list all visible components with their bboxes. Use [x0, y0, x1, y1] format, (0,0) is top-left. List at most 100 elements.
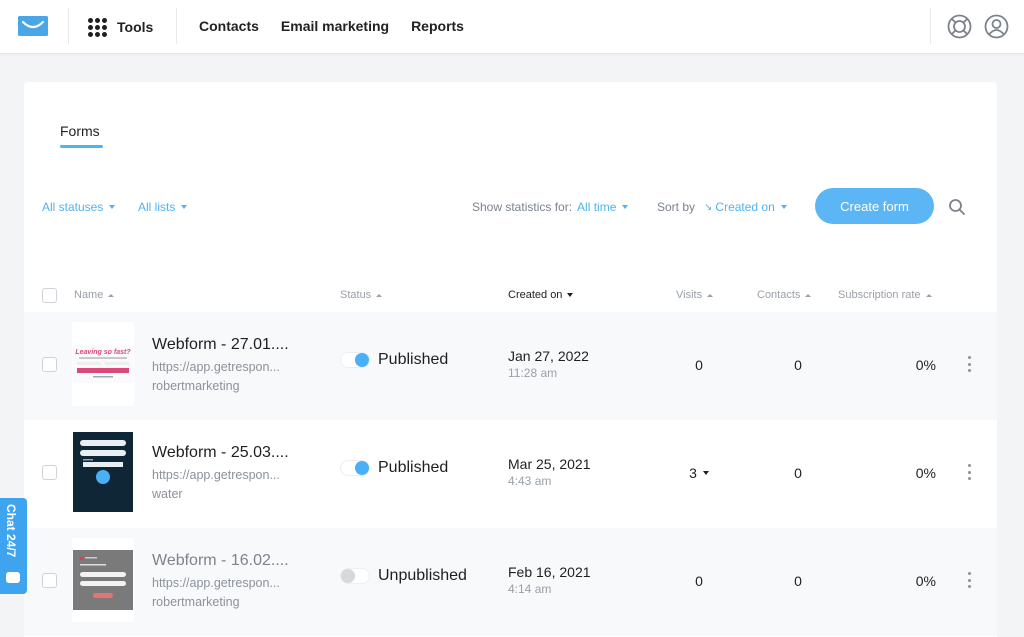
- status-label: Published: [378, 459, 449, 476]
- table-row[interactable]: Webform - 16.02.... https://app.getrespo…: [24, 528, 997, 636]
- contacts-value: 0: [794, 357, 802, 373]
- chevron-down-icon: [181, 205, 188, 209]
- chat-label: Chat 24/7: [4, 504, 18, 558]
- toggle-knob: [355, 461, 369, 475]
- apps-grid-icon: [88, 17, 107, 37]
- table-row[interactable]: Webform - 25.03.... https://app.getrespo…: [24, 420, 997, 528]
- active-tab-indicator: [60, 145, 103, 148]
- form-thumbnail[interactable]: [72, 430, 134, 514]
- svg-text:Leaving so fast?: Leaving so fast?: [75, 349, 131, 356]
- row-checkbox[interactable]: [42, 357, 57, 372]
- nav-contacts[interactable]: Contacts: [199, 18, 259, 34]
- lists-filter-label: All lists: [138, 200, 176, 214]
- sort-by-label: Sort by: [657, 200, 696, 214]
- divider: [176, 8, 177, 44]
- form-url[interactable]: https://app.getrespon...: [152, 576, 280, 590]
- subscription-rate-value: 0%: [915, 573, 936, 589]
- table-row[interactable]: Leaving so fast? Webform - 27.01.... htt…: [24, 312, 997, 420]
- status-label: Unpublished: [378, 567, 467, 584]
- user-account-icon[interactable]: [984, 14, 1009, 39]
- tools-label: Tools: [117, 19, 154, 35]
- visits-dropdown[interactable]: 3: [684, 465, 714, 481]
- create-form-button[interactable]: Create form: [815, 188, 934, 224]
- visits-value: 0: [695, 357, 703, 373]
- visits-value: 0: [695, 573, 703, 589]
- status-filter-dropdown[interactable]: All statuses: [42, 200, 116, 214]
- form-name[interactable]: Webform - 27.01....: [152, 336, 289, 354]
- column-created-on-label: Created on: [508, 289, 563, 301]
- contacts-value: 0: [794, 573, 802, 589]
- column-name[interactable]: Name: [74, 289, 115, 301]
- search-icon[interactable]: [948, 198, 966, 216]
- statistics-label: Show statistics for:: [472, 200, 573, 214]
- form-list: robertmarketing: [152, 379, 240, 393]
- nav-reports[interactable]: Reports: [411, 18, 464, 34]
- chevron-down-icon: [702, 471, 709, 475]
- sort-down-icon: [567, 293, 574, 297]
- form-name[interactable]: Webform - 25.03....: [152, 444, 289, 462]
- tools-menu-button[interactable]: Tools: [88, 16, 153, 38]
- created-time: 4:14 am: [508, 582, 552, 596]
- column-status[interactable]: Status: [340, 289, 383, 301]
- created-date: Mar 25, 2021: [508, 456, 591, 472]
- status-label: Published: [378, 351, 449, 368]
- sort-up-icon: [707, 293, 714, 297]
- main-nav: Contacts Email marketing Reports: [199, 18, 464, 34]
- chevron-down-icon: [109, 205, 116, 209]
- sort-up-icon: [805, 293, 812, 297]
- sort-up-icon: [108, 293, 115, 297]
- form-name[interactable]: Webform - 16.02....: [152, 552, 289, 570]
- tab-forms[interactable]: Forms: [60, 123, 100, 139]
- chat-24-7-button[interactable]: Chat 24/7: [0, 498, 27, 594]
- created-time: 11:28 am: [508, 366, 558, 380]
- form-list: robertmarketing: [152, 595, 240, 609]
- subscription-rate-value: 0%: [915, 357, 936, 373]
- table-header: Name Status Created on Visits Contacts S…: [24, 282, 997, 310]
- chevron-down-icon: [780, 205, 787, 209]
- sort-by-dropdown[interactable]: Sort by ↘ Created on: [657, 200, 787, 214]
- created-date: Feb 16, 2021: [508, 564, 591, 580]
- column-visits[interactable]: Visits: [676, 289, 714, 301]
- publish-toggle[interactable]: [340, 568, 370, 584]
- sort-descending-icon: ↘: [704, 201, 713, 213]
- more-actions-icon[interactable]: [968, 572, 972, 588]
- sort-up-icon: [376, 293, 383, 297]
- publish-toggle[interactable]: [340, 460, 370, 476]
- form-url[interactable]: https://app.getrespon...: [152, 360, 280, 374]
- getresponse-logo-icon[interactable]: [18, 16, 48, 36]
- statistics-period-dropdown[interactable]: Show statistics for: All time: [472, 200, 629, 214]
- form-thumbnail[interactable]: Leaving so fast?: [72, 322, 134, 406]
- divider: [68, 8, 69, 44]
- nav-email-marketing[interactable]: Email marketing: [281, 18, 389, 34]
- column-status-label: Status: [340, 289, 372, 301]
- toggle-knob: [341, 569, 355, 583]
- row-checkbox[interactable]: [42, 573, 57, 588]
- subscription-rate-value: 0%: [915, 465, 936, 481]
- more-actions-icon[interactable]: [968, 464, 972, 480]
- form-thumbnail[interactable]: [72, 538, 134, 622]
- column-subscription-rate-label: Subscription rate: [838, 289, 921, 301]
- form-url[interactable]: https://app.getrespon...: [152, 468, 280, 482]
- form-preview-image: [73, 432, 133, 512]
- lists-filter-dropdown[interactable]: All lists: [138, 200, 188, 214]
- more-actions-icon[interactable]: [968, 356, 972, 372]
- column-contacts[interactable]: Contacts: [757, 289, 812, 301]
- status-filter-label: All statuses: [42, 200, 104, 214]
- chat-bubble-icon: [6, 572, 20, 583]
- created-time: 4:43 am: [508, 474, 552, 488]
- form-preview-image: Leaving so fast?: [73, 345, 133, 383]
- top-navigation-bar: Tools Contacts Email marketing Reports: [0, 0, 1024, 54]
- contacts-value: 0: [794, 465, 802, 481]
- column-name-label: Name: [74, 289, 104, 301]
- select-all-checkbox[interactable]: [42, 288, 57, 303]
- publish-toggle[interactable]: [340, 352, 370, 368]
- column-contacts-label: Contacts: [757, 289, 801, 301]
- visits-value: 3: [689, 465, 697, 481]
- toggle-knob: [355, 353, 369, 367]
- lifebuoy-icon[interactable]: [947, 14, 972, 39]
- forms-card: Forms All statuses All lists Show statis…: [24, 82, 997, 637]
- column-subscription-rate[interactable]: Subscription rate: [838, 289, 932, 301]
- row-checkbox[interactable]: [42, 465, 57, 480]
- column-created-on[interactable]: Created on: [508, 289, 574, 301]
- column-visits-label: Visits: [676, 289, 703, 301]
